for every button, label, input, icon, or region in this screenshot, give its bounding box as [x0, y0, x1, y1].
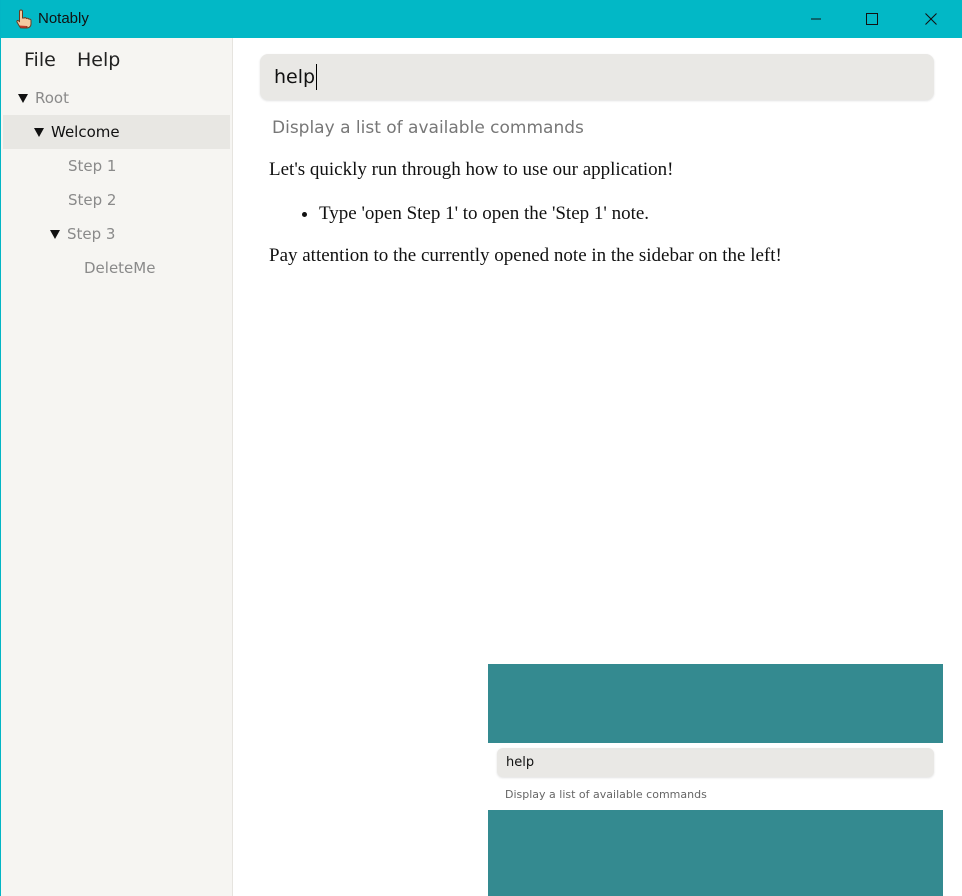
close-button[interactable] — [908, 0, 954, 38]
note-outro: Pay attention to the currently opened no… — [269, 245, 782, 266]
note-content: Let's quickly run through how to use our… — [269, 158, 929, 288]
tree-item-welcome[interactable]: Welcome — [3, 115, 230, 149]
preview-band-bottom — [488, 810, 943, 896]
preview-image: help Display a list of available command… — [488, 664, 943, 896]
text-caret — [316, 64, 318, 90]
tree-item-label: DeleteMe — [84, 259, 156, 277]
expand-triangle-icon[interactable] — [34, 127, 44, 137]
maximize-icon — [866, 13, 878, 25]
command-box[interactable]: help — [260, 54, 934, 100]
close-icon — [925, 13, 937, 25]
sidebar: File Help Root Welcome Step 1 Step 2 Ste… — [1, 38, 233, 896]
preview-command-box: help — [497, 748, 934, 777]
preview-suggestion: Display a list of available commands — [505, 788, 707, 801]
tree-item-label: Root — [35, 89, 69, 107]
main-panel: help Display a list of available command… — [233, 38, 962, 896]
tree-item-root[interactable]: Root — [3, 81, 230, 115]
tree-item-deleteme[interactable]: DeleteMe — [3, 251, 230, 285]
preview-band-top — [488, 664, 943, 743]
tree-item-step-1[interactable]: Step 1 — [3, 149, 230, 183]
tree-item-label: Welcome — [51, 123, 120, 141]
maximize-button[interactable] — [849, 0, 895, 38]
minimize-button[interactable] — [793, 0, 839, 38]
minimize-icon — [811, 18, 821, 20]
title-bar[interactable]: Notably — [1, 0, 962, 38]
command-suggestion[interactable]: Display a list of available commands — [272, 118, 584, 138]
expand-triangle-icon[interactable] — [50, 229, 60, 239]
note-intro: Let's quickly run through how to use our… — [269, 159, 674, 180]
menu-file[interactable]: File — [24, 49, 56, 71]
tree-item-step-3[interactable]: Step 3 — [3, 217, 230, 251]
tree-item-label: Step 2 — [68, 191, 117, 209]
note-bullet-list: Type 'open Step 1' to open the 'Step 1' … — [269, 202, 929, 226]
expand-triangle-icon[interactable] — [18, 93, 28, 103]
menu-bar: File Help — [1, 38, 232, 82]
window-title: Notably — [38, 10, 89, 27]
note-bullet: Type 'open Step 1' to open the 'Step 1' … — [319, 202, 929, 226]
tree-item-step-2[interactable]: Step 2 — [3, 183, 230, 217]
command-input[interactable]: help — [274, 66, 315, 88]
app-window: Notably File Help Root Welcome Step 1 St… — [0, 0, 962, 896]
menu-help[interactable]: Help — [77, 49, 120, 71]
tree-item-label: Step 3 — [67, 225, 116, 243]
tree-item-label: Step 1 — [68, 157, 117, 175]
pointing-hand-icon — [16, 9, 32, 29]
